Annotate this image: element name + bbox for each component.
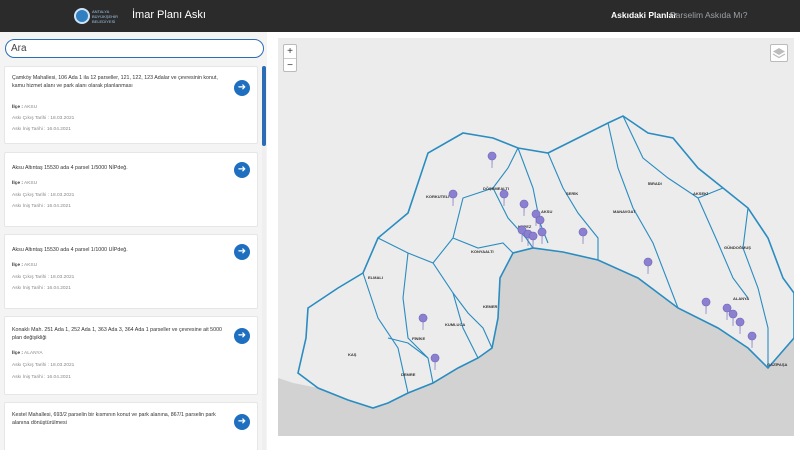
plan-end-date: 16.04.2021 bbox=[46, 204, 71, 209]
end-label: Askı İniş Tarihi : bbox=[12, 286, 46, 291]
district-label: İlçe : bbox=[12, 105, 23, 110]
plan-district: AKSU bbox=[24, 263, 38, 268]
district-label-konyaalti: KONYAALTI bbox=[471, 249, 494, 254]
plan-start-row: Askı Çıkış Tarihi : 18.03.2021 bbox=[12, 363, 74, 368]
district-label-gazipasa: GAZİPAŞA bbox=[767, 362, 787, 367]
start-label: Askı Çıkış Tarihi : bbox=[12, 275, 49, 280]
plan-title: Aksu Altıntaş 15530 ada 4 parsel 1/5000 … bbox=[12, 165, 128, 171]
district-label-demre: DEMRE bbox=[401, 372, 416, 377]
start-label: Askı Çıkış Tarihi : bbox=[12, 116, 49, 121]
district-label-korkuteli: KORKUTELİ bbox=[426, 194, 449, 199]
district-label-akseki: AKSEKİ bbox=[693, 191, 708, 196]
open-plan-arrow-icon[interactable]: ➜ bbox=[234, 414, 250, 430]
district-label: İlçe : bbox=[12, 351, 23, 356]
end-label: Askı İniş Tarihi : bbox=[12, 375, 46, 380]
plans-sidebar: Çamköy Mahallesi, 106 Ada 1 ila 12 parse… bbox=[0, 32, 267, 450]
district-label: İlçe : bbox=[12, 181, 23, 186]
plan-start-date: 18.03.2021 bbox=[50, 275, 75, 280]
plan-start-row: Askı Çıkış Tarihi : 18.03.2021 bbox=[12, 116, 74, 121]
map-canvas[interactable]: KORKUTELİ DÖŞEMEALTI KEPEZ AKSU SERİK MA… bbox=[278, 38, 794, 436]
plan-start-row: Askı Çıkış Tarihi : 18.03.2021 bbox=[12, 275, 74, 280]
zoom-out-button[interactable]: − bbox=[284, 58, 296, 71]
open-plan-arrow-icon[interactable]: ➜ bbox=[234, 328, 250, 344]
district-label-manavgat: MANAVGAT bbox=[613, 209, 636, 214]
plan-district-row: İlçe : ALANYA bbox=[12, 351, 43, 356]
district-label-finike: FİNİKE bbox=[412, 336, 425, 341]
plan-start-date: 18.03.2021 bbox=[50, 193, 75, 198]
district-label-kemer: KEMER bbox=[483, 304, 498, 309]
layers-button[interactable] bbox=[770, 44, 788, 62]
plan-district-row: İlçe : AKSU bbox=[12, 105, 37, 110]
plan-district-row: İlçe : AKSU bbox=[12, 263, 37, 268]
search-input[interactable] bbox=[5, 39, 264, 58]
plan-card[interactable]: Konaklı Mah. 251 Ada 1, 252 Ada 1, 363 A… bbox=[4, 316, 258, 395]
open-plan-arrow-icon[interactable]: ➜ bbox=[234, 244, 250, 260]
plan-card[interactable]: Aksu Altıntaş 15530 ada 4 parsel 1/5000 … bbox=[4, 152, 258, 227]
end-label: Askı İniş Tarihi : bbox=[12, 127, 46, 132]
app-title: İmar Planı Askı bbox=[132, 9, 206, 21]
plan-end-row: Askı İniş Tarihi : 16.04.2021 bbox=[12, 286, 71, 291]
district-label-ibradi: İBRADI bbox=[648, 181, 662, 186]
district-label-alanya: ALANYA bbox=[733, 296, 749, 301]
municipality-logo-icon[interactable] bbox=[74, 8, 90, 24]
district-label-gundogmus: GÜNDOĞMUŞ bbox=[724, 245, 751, 250]
layers-icon bbox=[772, 48, 786, 59]
plan-title: Aksu Altıntaş 15530 ada 4 parsel 1/1000 … bbox=[12, 247, 128, 253]
plan-end-date: 16.04.2021 bbox=[46, 286, 71, 291]
plan-end-row: Askı İniş Tarihi : 16.04.2021 bbox=[12, 127, 71, 132]
plan-title: Çamköy Mahallesi, 106 Ada 1 ila 12 parse… bbox=[12, 75, 218, 89]
plan-title: Kestel Mahallesi, 693/2 parselin bir kıs… bbox=[12, 412, 216, 426]
district-label-kumluca: KUMLUCA bbox=[445, 322, 465, 327]
start-label: Askı Çıkış Tarihi : bbox=[12, 193, 49, 198]
plan-district: AKSU bbox=[24, 181, 38, 186]
plan-start-date: 18.03.2021 bbox=[50, 363, 75, 368]
district-label-aksu: AKSU bbox=[541, 209, 552, 214]
plan-start-row: Askı Çıkış Tarihi : 18.03.2021 bbox=[12, 193, 74, 198]
open-plan-arrow-icon[interactable]: ➜ bbox=[234, 162, 250, 178]
plan-district: AKSU bbox=[24, 105, 38, 110]
open-plan-arrow-icon[interactable]: ➜ bbox=[234, 80, 250, 96]
top-bar: ANTALYA BÜYÜKŞEHİR BELEDİYESİ İmar Planı… bbox=[0, 0, 800, 32]
zoom-in-button[interactable]: + bbox=[284, 45, 296, 58]
plan-card[interactable]: Aksu Altıntaş 15530 ada 4 parsel 1/1000 … bbox=[4, 234, 258, 309]
district-label-elmali: ELMALI bbox=[368, 275, 383, 280]
plan-title: Konaklı Mah. 251 Ada 1, 252 Ada 1, 363 A… bbox=[12, 327, 222, 341]
plan-card[interactable]: Çamköy Mahallesi, 106 Ada 1 ila 12 parse… bbox=[4, 66, 258, 144]
start-label: Askı Çıkış Tarihi : bbox=[12, 363, 49, 368]
district-label: İlçe : bbox=[12, 263, 23, 268]
nav-askidaki-planlar[interactable]: Askıdaki Planlar bbox=[611, 10, 677, 20]
plan-district: ALANYA bbox=[24, 351, 43, 356]
zoom-control: + − bbox=[283, 44, 297, 72]
end-label: Askı İniş Tarihi : bbox=[12, 204, 46, 209]
district-label-kas: KAŞ bbox=[348, 352, 357, 357]
plan-start-date: 18.03.2021 bbox=[50, 116, 75, 121]
nav-parselim-askida-mi[interactable]: Parselim Askıda Mı? bbox=[670, 10, 747, 20]
district-label-serik: SERİK bbox=[566, 191, 578, 196]
plan-list: Çamköy Mahallesi, 106 Ada 1 ila 12 parse… bbox=[4, 66, 262, 450]
plan-end-row: Askı İniş Tarihi : 16.04.2021 bbox=[12, 375, 71, 380]
map-view[interactable]: KORKUTELİ DÖŞEMEALTI KEPEZ AKSU SERİK MA… bbox=[278, 38, 794, 436]
plan-end-date: 16.04.2021 bbox=[46, 375, 71, 380]
plan-end-date: 16.04.2021 bbox=[46, 127, 71, 132]
plan-card[interactable]: Kestel Mahallesi, 693/2 parselin bir kıs… bbox=[4, 402, 258, 450]
logo-text: ANTALYA BÜYÜKŞEHİR BELEDİYESİ bbox=[92, 9, 119, 24]
list-scrollbar-thumb[interactable] bbox=[262, 66, 266, 146]
plan-district-row: İlçe : AKSU bbox=[12, 181, 37, 186]
plan-end-row: Askı İniş Tarihi : 16.04.2021 bbox=[12, 204, 71, 209]
